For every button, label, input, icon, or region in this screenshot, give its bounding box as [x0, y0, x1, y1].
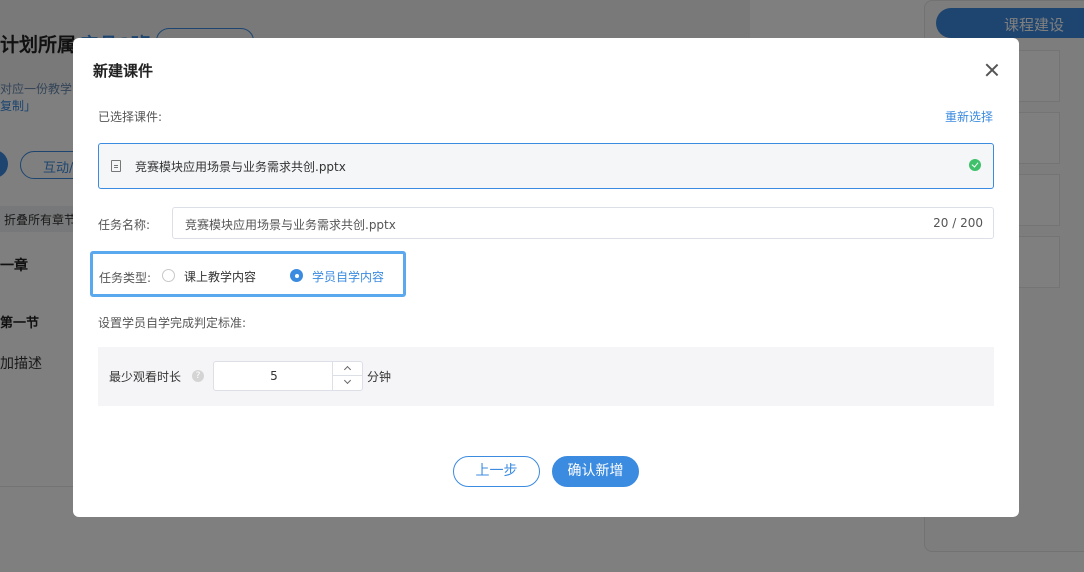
new-courseware-dialog: 新建课件 已选择课件: 重新选择 竞赛模块应用场景与业务需求共创.pptx 任务… [73, 38, 1019, 517]
dialog-title: 新建课件 [93, 62, 154, 80]
criteria-heading: 设置学员自学完成判定标准: [98, 316, 247, 330]
min-watch-stepper[interactable]: 5 [213, 361, 363, 391]
task-type-group: 任务类型: 课上教学内容 学员自学内容 [90, 251, 406, 297]
help-icon[interactable]: ? [192, 370, 204, 382]
min-watch-label: 最少观看时长 [109, 370, 182, 384]
task-name-label: 任务名称: [98, 218, 151, 232]
radio-self-study[interactable] [290, 269, 303, 282]
selected-file-name: 竞赛模块应用场景与业务需求共创.pptx [135, 160, 346, 174]
char-count: 20 / 200 [933, 216, 983, 230]
stepper-buttons [332, 362, 362, 390]
check-circle-icon [969, 159, 981, 171]
task-name-value: 竞赛模块应用场景与业务需求共创.pptx [185, 218, 396, 232]
previous-step-button[interactable]: 上一步 [453, 456, 540, 487]
confirm-add-button[interactable]: 确认新增 [552, 456, 639, 487]
selected-file: 竞赛模块应用场景与业务需求共创.pptx [98, 143, 994, 189]
selected-courseware-label: 已选择课件: [98, 110, 163, 124]
chevron-up-icon[interactable] [333, 362, 362, 376]
reselect-link[interactable]: 重新选择 [945, 108, 993, 125]
radio-label-in-class[interactable]: 课上教学内容 [184, 268, 256, 285]
close-icon[interactable] [983, 61, 1001, 79]
radio-label-self-study[interactable]: 学员自学内容 [312, 268, 384, 285]
stepper-value[interactable]: 5 [214, 369, 334, 383]
file-icon [111, 160, 121, 172]
chevron-down-icon[interactable] [333, 376, 362, 390]
criteria-panel: 最少观看时长 ? 5 分钟 [98, 347, 994, 406]
radio-in-class[interactable] [162, 269, 175, 282]
task-name-input[interactable]: 竞赛模块应用场景与业务需求共创.pptx 20 / 200 [172, 207, 994, 239]
task-type-label: 任务类型: [99, 271, 152, 285]
unit-label: 分钟 [367, 370, 392, 384]
